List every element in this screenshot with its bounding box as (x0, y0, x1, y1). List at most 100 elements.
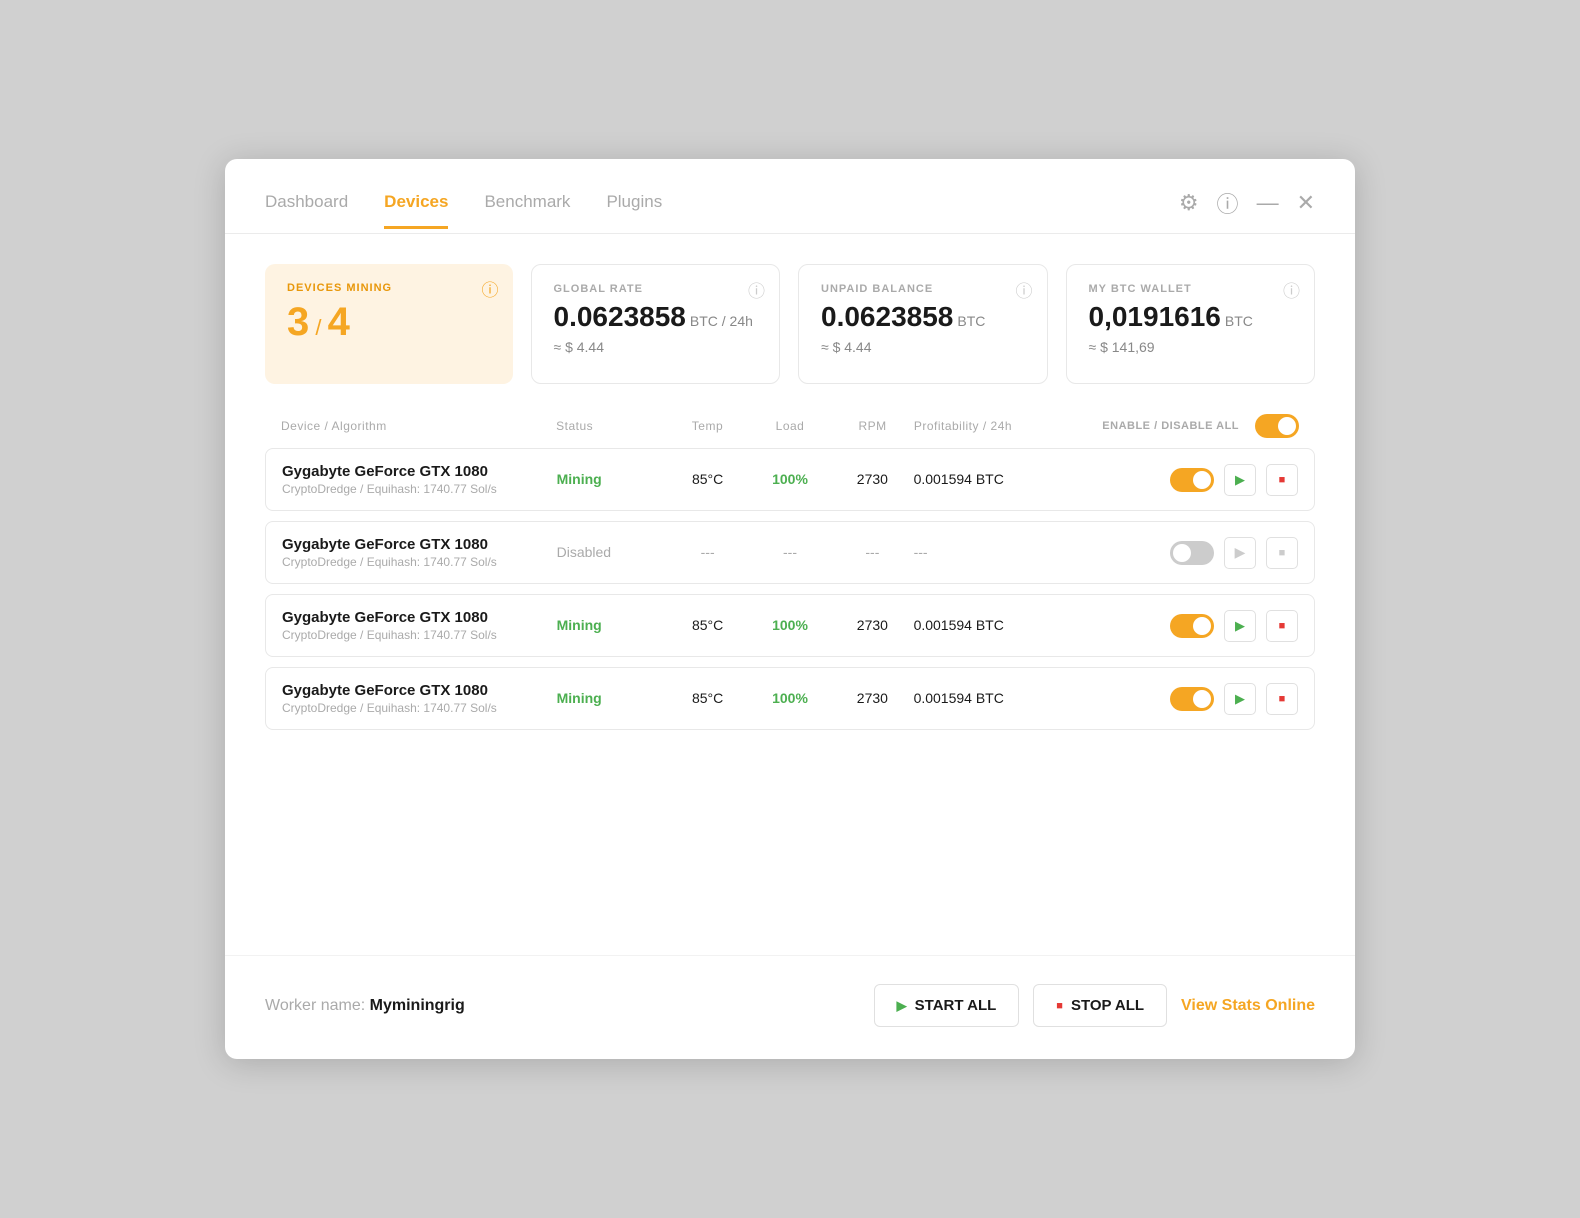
table-row: Gygabyte GeForce GTX 1080 CryptoDredge /… (265, 594, 1315, 657)
stat-btc-wallet: ⓘ MY BTC WALLET 0,0191616BTC ≈ $ 141,69 (1066, 264, 1316, 384)
device-toggle-1[interactable] (1170, 468, 1214, 492)
device-play-btn-1[interactable]: ▶ (1224, 464, 1256, 496)
play-icon-1: ▶ (1235, 472, 1245, 488)
device-load-3: 100% (749, 617, 831, 635)
device-toggle-4[interactable] (1170, 687, 1214, 711)
play-icon-2: ▶ (1235, 544, 1246, 561)
app-window: Dashboard Devices Benchmark Plugins ⚙ ⓘ … (225, 159, 1355, 1059)
minimize-icon[interactable]: — (1257, 190, 1279, 216)
table-row: Gygabyte GeForce GTX 1080 CryptoDredge /… (265, 667, 1315, 730)
nav-bar: Dashboard Devices Benchmark Plugins ⚙ ⓘ … (225, 159, 1355, 234)
enable-disable-all-toggle[interactable] (1255, 414, 1299, 438)
tab-plugins[interactable]: Plugins (606, 192, 662, 229)
start-all-play-icon: ▶ (897, 998, 907, 1014)
device-stop-btn-4[interactable]: ■ (1266, 683, 1298, 715)
device-controls-4: ▶ ■ (1097, 683, 1298, 715)
device-info-4: Gygabyte GeForce GTX 1080 CryptoDredge /… (282, 682, 557, 715)
unpaid-balance-value: 0.0623858BTC (821, 301, 1025, 333)
global-rate-sub: ≈ $ 4.44 (554, 339, 758, 355)
worker-name: Myminingrig (370, 997, 465, 1014)
device-load-1: 100% (749, 471, 831, 489)
stop-all-stop-icon: ■ (1056, 1000, 1063, 1012)
tab-devices[interactable]: Devices (384, 192, 448, 229)
stop-icon-2: ■ (1279, 547, 1286, 559)
tab-dashboard[interactable]: Dashboard (265, 192, 348, 229)
device-info-2: Gygabyte GeForce GTX 1080 CryptoDredge /… (282, 536, 557, 569)
device-stop-btn-3[interactable]: ■ (1266, 610, 1298, 642)
col-header-rpm: RPM (831, 419, 914, 433)
tab-benchmark[interactable]: Benchmark (484, 192, 570, 229)
device-profit-2: --- (914, 544, 1097, 562)
stop-icon-3: ■ (1279, 620, 1286, 632)
worker-label: Worker name: Myminingrig (265, 997, 465, 1015)
device-temp-4: 85°C (666, 690, 748, 708)
info-icon-global-rate[interactable]: ⓘ (748, 277, 765, 302)
play-icon-3: ▶ (1235, 618, 1245, 634)
device-stop-btn-2[interactable]: ■ (1266, 537, 1298, 569)
device-profit-3: 0.001594 BTC (914, 617, 1097, 635)
device-sub-4: CryptoDredge / Equihash: 1740.77 Sol/s (282, 701, 557, 715)
footer-buttons: ▶ START ALL ■ STOP ALL View Stats Online (874, 984, 1315, 1027)
device-profit-4: 0.001594 BTC (914, 690, 1097, 708)
nav-tabs: Dashboard Devices Benchmark Plugins (265, 192, 662, 229)
info-icon-devices[interactable]: ⓘ (482, 276, 499, 301)
stat-global-rate: ⓘ GLOBAL RATE 0.0623858BTC / 24h ≈ $ 4.4… (531, 264, 781, 384)
device-profit-1: 0.001594 BTC (914, 471, 1097, 489)
device-load-4: 100% (749, 690, 831, 708)
stop-all-button[interactable]: ■ STOP ALL (1033, 984, 1167, 1027)
btc-wallet-sub: ≈ $ 141,69 (1089, 339, 1293, 355)
device-name-4: Gygabyte GeForce GTX 1080 (282, 682, 557, 699)
stats-row: ⓘ DEVICES MINING 3 / 4 ⓘ GLOBAL RATE 0.0… (225, 234, 1355, 404)
stat-unpaid-balance: ⓘ UNPAID BALANCE 0.0623858BTC ≈ $ 4.44 (798, 264, 1048, 384)
device-info-3: Gygabyte GeForce GTX 1080 CryptoDredge /… (282, 609, 557, 642)
col-header-temp: Temp (666, 419, 749, 433)
devices-mining-count: 3 / 4 (287, 300, 491, 345)
table-row: Gygabyte GeForce GTX 1080 CryptoDredge /… (265, 521, 1315, 584)
device-rpm-2: --- (831, 544, 913, 562)
device-sub-1: CryptoDredge / Equihash: 1740.77 Sol/s (282, 482, 557, 496)
device-toggle-3[interactable] (1170, 614, 1214, 638)
global-rate-label: GLOBAL RATE (554, 283, 758, 295)
nav-controls: ⚙ ⓘ — ✕ (1179, 187, 1315, 233)
device-load-2: --- (749, 544, 831, 562)
col-header-profit: Profitability / 24h (914, 419, 1097, 433)
settings-icon[interactable]: ⚙ (1179, 190, 1199, 216)
stat-devices-mining: ⓘ DEVICES MINING 3 / 4 (265, 264, 513, 384)
device-stop-btn-1[interactable]: ■ (1266, 464, 1298, 496)
device-name-3: Gygabyte GeForce GTX 1080 (282, 609, 557, 626)
btc-wallet-value: 0,0191616BTC (1089, 301, 1293, 333)
device-sub-2: CryptoDredge / Equihash: 1740.77 Sol/s (282, 555, 557, 569)
start-all-button[interactable]: ▶ START ALL (874, 984, 1020, 1027)
col-header-device: Device / Algorithm (281, 419, 556, 433)
close-icon[interactable]: ✕ (1297, 190, 1315, 216)
device-play-btn-4[interactable]: ▶ (1224, 683, 1256, 715)
device-temp-1: 85°C (666, 471, 748, 489)
device-name-1: Gygabyte GeForce GTX 1080 (282, 463, 557, 480)
info-icon-wallet[interactable]: ⓘ (1283, 277, 1300, 302)
info-icon-unpaid[interactable]: ⓘ (1016, 277, 1033, 302)
device-controls-3: ▶ ■ (1097, 610, 1298, 642)
device-status-3: Mining (557, 617, 667, 635)
device-table: Device / Algorithm Status Temp Load RPM … (225, 404, 1355, 945)
device-play-btn-3[interactable]: ▶ (1224, 610, 1256, 642)
device-sub-3: CryptoDredge / Equihash: 1740.77 Sol/s (282, 628, 557, 642)
table-row: Gygabyte GeForce GTX 1080 CryptoDredge /… (265, 448, 1315, 511)
play-icon-4: ▶ (1235, 691, 1245, 707)
device-rpm-4: 2730 (831, 690, 913, 708)
btc-wallet-label: MY BTC WALLET (1089, 283, 1293, 295)
device-status-1: Mining (557, 471, 667, 489)
col-header-load: Load (749, 419, 832, 433)
device-status-2: Disabled (557, 544, 667, 562)
device-toggle-2[interactable] (1170, 541, 1214, 565)
col-header-controls: ENABLE / DISABLE ALL (1097, 414, 1299, 438)
device-controls-1: ▶ ■ (1097, 464, 1298, 496)
help-icon[interactable]: ⓘ (1217, 187, 1239, 219)
device-status-4: Mining (557, 690, 667, 708)
device-temp-2: --- (666, 544, 748, 562)
device-controls-2: ▶ ■ (1097, 537, 1298, 569)
device-rpm-3: 2730 (831, 617, 913, 635)
view-stats-link[interactable]: View Stats Online (1181, 997, 1315, 1015)
device-play-btn-2[interactable]: ▶ (1224, 537, 1256, 569)
devices-mining-label: DEVICES MINING (287, 282, 491, 294)
device-name-2: Gygabyte GeForce GTX 1080 (282, 536, 557, 553)
